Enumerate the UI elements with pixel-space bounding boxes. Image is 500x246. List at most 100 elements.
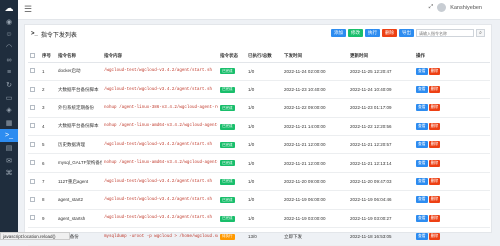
folder-icon[interactable]: ▭ [0, 92, 18, 105]
view-button[interactable]: 查看 [416, 233, 428, 240]
menu-toggle-icon[interactable]: ☰ [24, 4, 38, 15]
row-delete-button[interactable]: 删除 [429, 86, 441, 93]
command-content: /wgcloud-test/wgcloud-v3.4.2/agent/start… [102, 209, 218, 227]
row-number: 8 [40, 191, 56, 209]
row-checkbox[interactable] [28, 99, 40, 117]
search-icon[interactable]: ⌕ [476, 29, 485, 37]
table-row[interactable]: 7112T重启agent/wgcloud-test/wgcloud-v3.4.2… [28, 172, 490, 190]
row-actions: 查看删除 [414, 62, 490, 80]
command-icon[interactable]: ⌘ [0, 167, 18, 180]
terminal-icon[interactable]: >_ [0, 129, 18, 142]
edit-button[interactable]: 修改 [348, 29, 363, 37]
column-header: 指令内容 [102, 50, 218, 62]
view-button[interactable]: 查看 [416, 141, 428, 148]
status-cell: 已完成 [218, 136, 246, 154]
table-row[interactable]: 5历史数据清理/wgcloud-test/wgcloud-v3.4.2/agen… [28, 136, 490, 154]
status-badge: 已完成 [220, 160, 235, 166]
view-button[interactable]: 查看 [416, 178, 428, 185]
command-content: /wgcloud-test/wgcloud-v3.4.2/agent/start… [102, 172, 218, 190]
command-content: nohup /agent-linux-386-v3.4.2/wgcloud-ag… [102, 99, 218, 117]
logo-icon[interactable]: ☁ [0, 0, 18, 16]
row-actions: 查看删除 [414, 172, 490, 190]
status-badge: 待执行 [220, 234, 235, 240]
row-checkbox[interactable] [28, 136, 40, 154]
dashboard-icon[interactable]: ◉ [0, 16, 18, 29]
row-delete-button[interactable]: 删除 [429, 123, 441, 130]
exec-count: 1/0 [246, 191, 282, 209]
view-button[interactable]: 查看 [416, 86, 428, 93]
view-button[interactable]: 查看 [416, 104, 428, 111]
table-row[interactable]: 4大数据平台备份脚本nohup /agent-linux-amd64-v3.4.… [28, 117, 490, 135]
link-icon[interactable]: ∞ [0, 54, 18, 67]
row-delete-button[interactable]: 删除 [429, 233, 441, 240]
export-button[interactable]: 导出 [399, 29, 414, 37]
row-checkbox[interactable] [28, 209, 40, 227]
grid-icon[interactable]: ▤ [0, 142, 18, 155]
exec-button[interactable]: 执行 [365, 29, 380, 37]
status-cell: 已完成 [218, 80, 246, 98]
calendar-icon[interactable]: ▦ [0, 117, 18, 130]
row-delete-button[interactable]: 删除 [429, 141, 441, 148]
row-delete-button[interactable]: 删除 [429, 68, 441, 75]
username[interactable]: Kanshiyeben [450, 5, 482, 11]
table-row[interactable]: 1docker启动/wgcloud-test/wgcloud-v3.4.2/ag… [28, 62, 490, 80]
view-button[interactable]: 查看 [416, 123, 428, 130]
mail-icon[interactable]: ✉ [0, 155, 18, 168]
command-name: mysql_GALTF架构备份 [56, 154, 102, 172]
user-menu[interactable]: ⤢ Kanshiyeben [429, 3, 482, 12]
column-header: 操作 [414, 50, 490, 62]
delete-button[interactable]: 删除 [382, 29, 397, 37]
column-header: 序号 [40, 50, 56, 62]
command-name: agent_startsh [56, 209, 102, 227]
row-delete-button[interactable]: 删除 [429, 178, 441, 185]
table-row[interactable]: 9agent_startsh/wgcloud-test/wgcloud-v3.4… [28, 209, 490, 227]
cube-icon[interactable]: ◈ [0, 104, 18, 117]
row-number: 6 [40, 154, 56, 172]
row-actions: 查看删除 [414, 191, 490, 209]
command-name: 外包系统定期备份 [56, 99, 102, 117]
row-checkbox[interactable] [28, 172, 40, 190]
refresh-icon[interactable]: ↻ [0, 79, 18, 92]
command-content: /wgcloud-test/wgcloud-v3.4.2/agent/start… [102, 80, 218, 98]
search-input[interactable] [416, 29, 474, 37]
row-delete-button[interactable]: 删除 [429, 160, 441, 167]
update-time: 2022-11-24 10:40:09 [348, 80, 414, 98]
row-checkbox[interactable] [28, 62, 40, 80]
row-checkbox[interactable] [28, 191, 40, 209]
select-all-checkbox[interactable] [28, 50, 40, 62]
status-cell: 已完成 [218, 172, 246, 190]
avatar[interactable] [437, 3, 446, 12]
table-row[interactable]: 2大数据平台备份脚本/wgcloud-test/wgcloud-v3.4.2/a… [28, 80, 490, 98]
view-button[interactable]: 查看 [416, 196, 428, 203]
add-button[interactable]: 添加 [331, 29, 346, 37]
row-actions: 查看删除 [414, 117, 490, 135]
row-checkbox[interactable] [28, 154, 40, 172]
view-button[interactable]: 查看 [416, 215, 428, 222]
issue-time: 2022-11-20 09:00:00 [282, 172, 348, 190]
list-icon[interactable]: ≡ [0, 66, 18, 79]
view-button[interactable]: 查看 [416, 160, 428, 167]
row-actions: 查看删除 [414, 136, 490, 154]
issue-time: 2022-11-23 10:40:00 [282, 80, 348, 98]
row-delete-button[interactable]: 删除 [429, 104, 441, 111]
wifi-icon[interactable]: ◠ [0, 41, 18, 54]
row-checkbox[interactable] [28, 117, 40, 135]
row-number: 2 [40, 80, 56, 98]
topbar: ☰ ⤢ Kanshiyeben [18, 0, 500, 20]
table-row[interactable]: 6mysql_GALTF架构备份nohup /agent-linux-amd64… [28, 154, 490, 172]
row-actions: 查看删除 [414, 80, 490, 98]
row-delete-button[interactable]: 删除 [429, 215, 441, 222]
row-number: 9 [40, 209, 56, 227]
row-checkbox[interactable] [28, 80, 40, 98]
exec-count: 1/0 [246, 117, 282, 135]
table-row[interactable]: 3外包系统定期备份nohup /agent-linux-386-v3.4.2/w… [28, 99, 490, 117]
update-time: 2022-11-23 01:17:09 [348, 99, 414, 117]
table-row[interactable]: 10mysql备份mysqldump -uroot -p wgcloud > /… [28, 228, 490, 246]
table-row[interactable]: 8agent_start2/wgcloud-test/wgcloud-v3.4.… [28, 191, 490, 209]
row-delete-button[interactable]: 删除 [429, 196, 441, 203]
user-icon[interactable]: ☺ [0, 29, 18, 42]
fullscreen-icon[interactable]: ⤢ [429, 4, 433, 11]
command-name: agent_start2 [56, 191, 102, 209]
update-time: 2022-11-22 12:20:56 [348, 117, 414, 135]
view-button[interactable]: 查看 [416, 68, 428, 75]
